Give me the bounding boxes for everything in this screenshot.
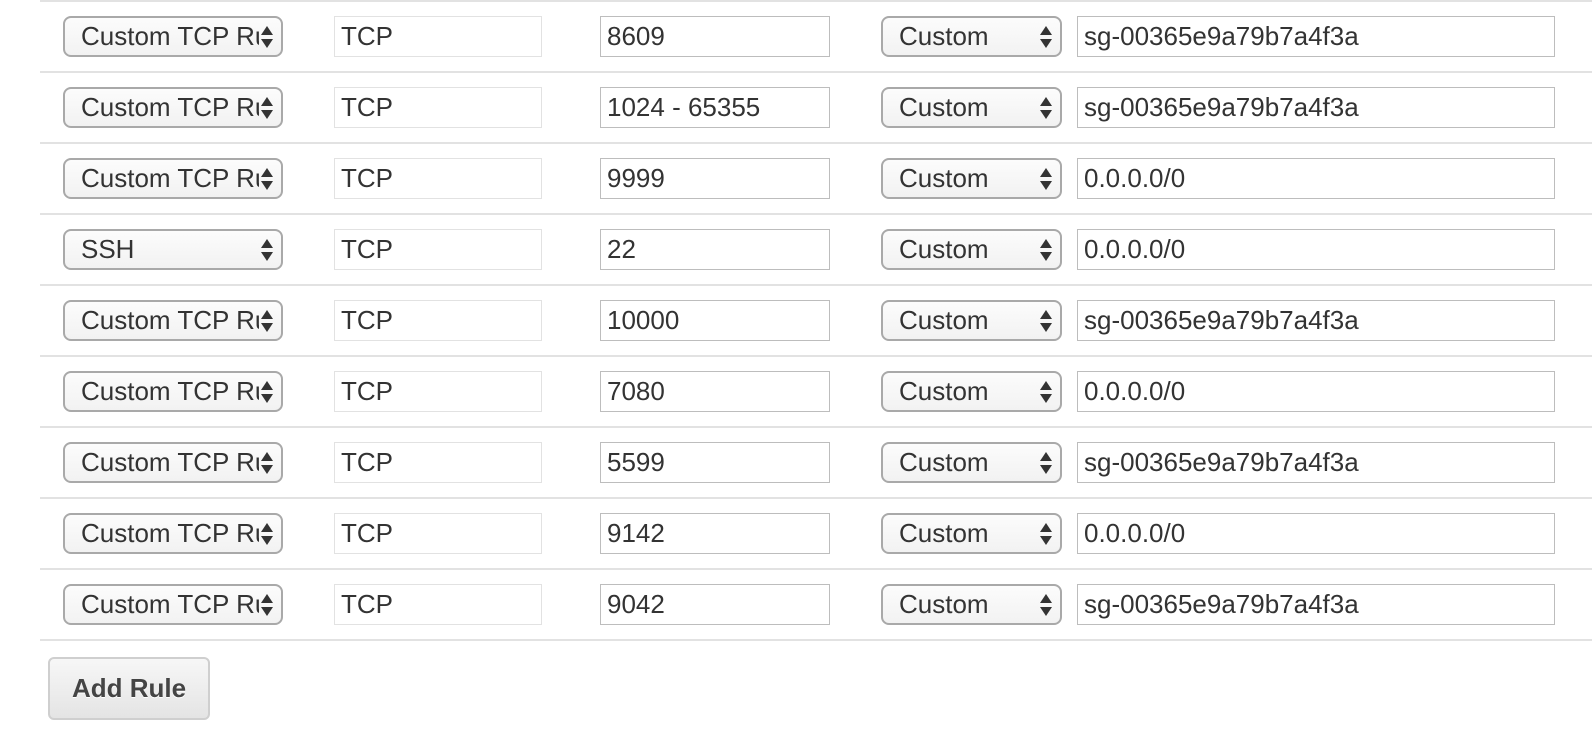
type-value: Custom TCP Rule [81, 376, 259, 406]
type-value: Custom TCP Rule [81, 447, 259, 477]
source-select[interactable]: Custom [881, 300, 1062, 341]
port-range-input[interactable]: 9999 [600, 158, 830, 199]
rule-row: Custom TCP Rule TCP 1024 - 65355 Custom sg-0… [40, 73, 1592, 144]
type-value: Custom TCP Rule [81, 21, 259, 51]
source-select[interactable]: Custom [881, 229, 1062, 270]
select-arrows-icon [261, 239, 273, 261]
source-select[interactable]: Custom [881, 513, 1062, 554]
protocol-field: TCP [334, 229, 542, 270]
select-arrows-icon [261, 523, 273, 545]
rule-row: Custom TCP Rule TCP 9142 Custom 0.0.0.0/0 [40, 499, 1592, 570]
source-select[interactable]: Custom [881, 371, 1062, 412]
source-value: Custom [899, 305, 989, 335]
select-arrows-icon [261, 381, 273, 403]
type-value: Custom TCP Rule [81, 518, 259, 548]
source-select[interactable]: Custom [881, 158, 1062, 199]
protocol-field: TCP [334, 371, 542, 412]
port-range-input[interactable]: 5599 [600, 442, 830, 483]
select-arrows-icon [1040, 26, 1052, 48]
source-value: Custom [899, 92, 989, 122]
source-select[interactable]: Custom [881, 442, 1062, 483]
type-select[interactable]: Custom TCP Rule [63, 16, 283, 57]
type-select[interactable]: Custom TCP Rule [63, 584, 283, 625]
source-value: Custom [899, 589, 989, 619]
source-select[interactable]: Custom [881, 584, 1062, 625]
select-arrows-icon [1040, 452, 1052, 474]
source-value: Custom [899, 447, 989, 477]
select-arrows-icon [1040, 97, 1052, 119]
type-value: Custom TCP Rule [81, 305, 259, 335]
source-value-input[interactable]: sg-00365e9a79b7a4f3a [1077, 300, 1555, 341]
rule-row: Custom TCP Rule TCP 5599 Custom sg-00365e9a7… [40, 428, 1592, 499]
type-value: SSH [81, 234, 135, 264]
rule-row: Custom TCP Rule TCP 8609 Custom sg-00365e9a7… [40, 2, 1592, 73]
port-range-input[interactable]: 10000 [600, 300, 830, 341]
source-value-input[interactable]: sg-00365e9a79b7a4f3a [1077, 16, 1555, 57]
type-value: Custom TCP Rule [81, 92, 259, 122]
select-arrows-icon [261, 452, 273, 474]
protocol-field: TCP [334, 442, 542, 483]
port-range-input[interactable]: 7080 [600, 371, 830, 412]
type-select[interactable]: Custom TCP Rule [63, 371, 283, 412]
port-range-input[interactable]: 8609 [600, 16, 830, 57]
protocol-field: TCP [334, 300, 542, 341]
select-arrows-icon [1040, 310, 1052, 332]
type-value: Custom TCP Rule [81, 163, 259, 193]
source-value-input[interactable]: 0.0.0.0/0 [1077, 513, 1555, 554]
type-select[interactable]: Custom TCP Rule [63, 87, 283, 128]
source-value: Custom [899, 21, 989, 51]
source-value-input[interactable]: sg-00365e9a79b7a4f3a [1077, 442, 1555, 483]
source-select[interactable]: Custom [881, 16, 1062, 57]
select-arrows-icon [261, 26, 273, 48]
protocol-field: TCP [334, 584, 542, 625]
select-arrows-icon [261, 97, 273, 119]
rule-row: Custom TCP Rule TCP 7080 Custom 0.0.0.0/0 [40, 357, 1592, 428]
port-range-input[interactable]: 9142 [600, 513, 830, 554]
rule-row: Custom TCP Rule TCP 9999 Custom 0.0.0.0/0 [40, 144, 1592, 215]
type-select[interactable]: Custom TCP Rule [63, 300, 283, 341]
port-range-input[interactable]: 22 [600, 229, 830, 270]
port-range-input[interactable]: 1024 - 65355 [600, 87, 830, 128]
select-arrows-icon [1040, 523, 1052, 545]
protocol-field: TCP [334, 16, 542, 57]
source-value: Custom [899, 163, 989, 193]
select-arrows-icon [1040, 594, 1052, 616]
source-select[interactable]: Custom [881, 87, 1062, 128]
select-arrows-icon [1040, 168, 1052, 190]
type-select[interactable]: Custom TCP Rule [63, 158, 283, 199]
select-arrows-icon [261, 310, 273, 332]
type-select[interactable]: Custom TCP Rule [63, 442, 283, 483]
protocol-field: TCP [334, 87, 542, 128]
source-value: Custom [899, 234, 989, 264]
source-value: Custom [899, 376, 989, 406]
select-arrows-icon [1040, 381, 1052, 403]
source-value-input[interactable]: 0.0.0.0/0 [1077, 371, 1555, 412]
protocol-field: TCP [334, 158, 542, 199]
select-arrows-icon [261, 594, 273, 616]
source-value-input[interactable]: sg-00365e9a79b7a4f3a [1077, 584, 1555, 625]
type-value: Custom TCP Rule [81, 589, 259, 619]
protocol-field: TCP [334, 513, 542, 554]
source-value: Custom [899, 518, 989, 548]
add-rule-button[interactable]: Add Rule [48, 657, 210, 720]
source-value-input[interactable]: 0.0.0.0/0 [1077, 229, 1555, 270]
select-arrows-icon [1040, 239, 1052, 261]
select-arrows-icon [261, 168, 273, 190]
type-select[interactable]: Custom TCP Rule [63, 513, 283, 554]
rule-row: Custom TCP Rule TCP 10000 Custom sg-00365e9a… [40, 286, 1592, 357]
type-select[interactable]: SSH [63, 229, 283, 270]
port-range-input[interactable]: 9042 [600, 584, 830, 625]
rule-row: Custom TCP Rule TCP 9042 Custom sg-00365e9a7… [40, 570, 1592, 641]
source-value-input[interactable]: 0.0.0.0/0 [1077, 158, 1555, 199]
rule-row: SSH TCP 22 Custom 0.0.0.0/0 [40, 215, 1592, 286]
source-value-input[interactable]: sg-00365e9a79b7a4f3a [1077, 87, 1555, 128]
